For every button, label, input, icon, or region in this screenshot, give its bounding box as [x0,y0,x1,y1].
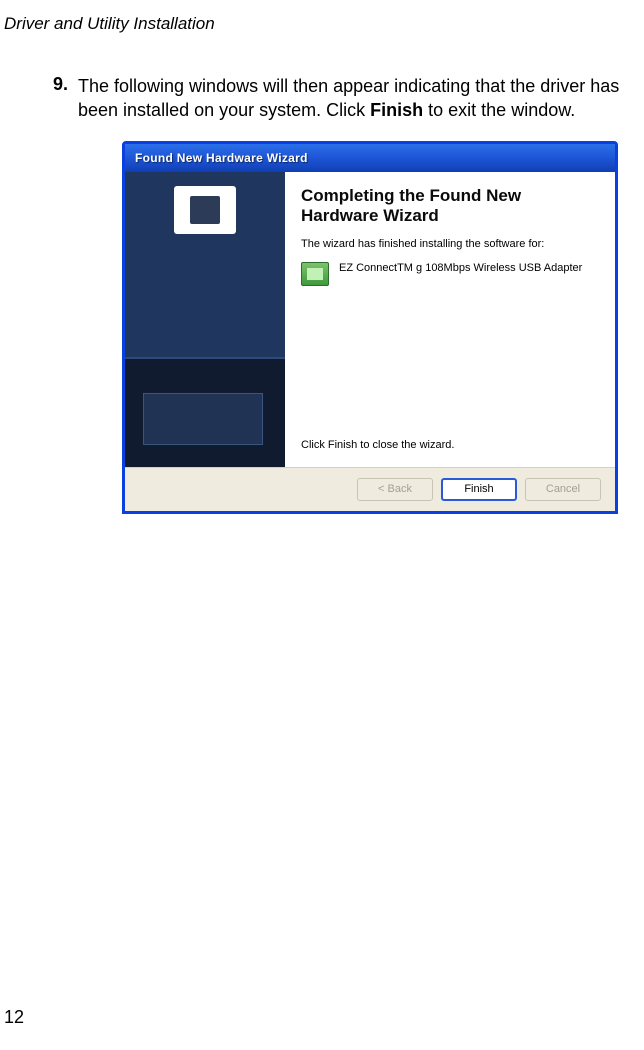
step-text-after: to exit the window. [423,100,575,120]
content-area: 9. The following windows will then appea… [0,34,644,514]
wizard-instruction: Click Finish to close the wizard. [301,439,601,459]
wizard-heading: Completing the Found New Hardware Wizard [301,186,601,227]
network-adapter-icon [301,262,329,286]
hardware-icon [174,186,236,234]
step-text-bold: Finish [370,100,423,120]
wizard-window: Found New Hardware Wizard Completing the… [122,141,618,514]
device-row: EZ ConnectTM g 108Mbps Wireless USB Adap… [301,262,601,286]
wizard-subtext: The wizard has finished installing the s… [301,238,601,250]
step-9: 9. The following windows will then appea… [42,74,644,123]
wizard-titlebar: Found New Hardware Wizard [125,144,615,172]
wizard-sidebar-art [125,172,285,467]
page-number: 12 [4,1007,24,1028]
wizard-button-bar: < Back Finish Cancel [125,467,615,511]
wizard-screenshot: Found New Hardware Wizard Completing the… [122,141,644,514]
wizard-main: Completing the Found New Hardware Wizard… [285,172,615,467]
step-text: The following windows will then appear i… [78,74,638,123]
cancel-button: Cancel [525,478,601,501]
device-name: EZ ConnectTM g 108Mbps Wireless USB Adap… [339,262,582,274]
wizard-body: Completing the Found New Hardware Wizard… [125,172,615,467]
page-header: Driver and Utility Installation [0,0,644,34]
hardware-art-box [143,393,263,445]
step-number: 9. [42,74,68,123]
back-button: < Back [357,478,433,501]
finish-button[interactable]: Finish [441,478,517,501]
